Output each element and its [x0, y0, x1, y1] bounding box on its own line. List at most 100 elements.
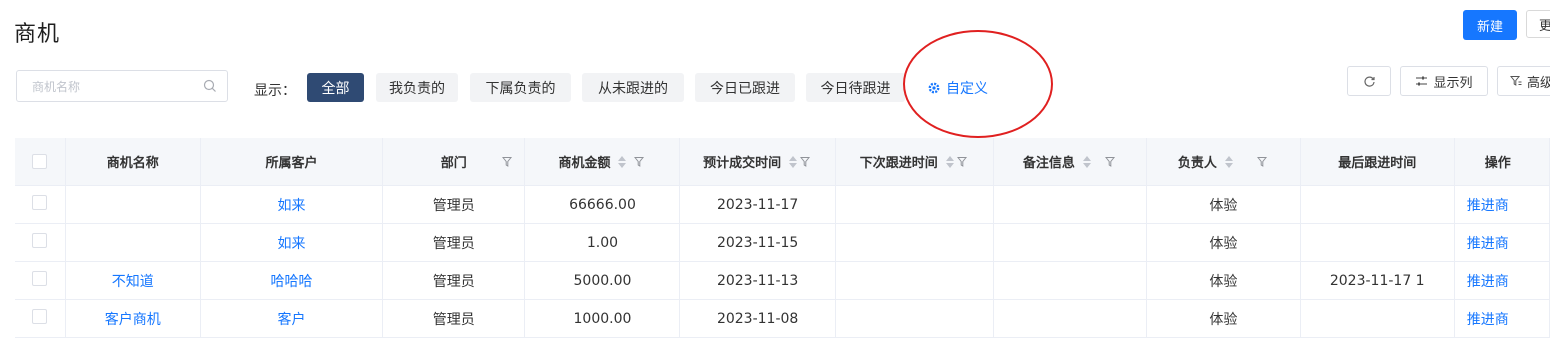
- filter-icon[interactable]: [1104, 156, 1117, 168]
- note-cell: [993, 299, 1148, 338]
- column-header: 操作: [1454, 138, 1550, 186]
- advance-action-link[interactable]: 推进商: [1454, 299, 1550, 338]
- more-button[interactable]: 更: [1526, 10, 1550, 38]
- table-row[interactable]: 客户商机 客户 管理员 1000.00 2023-11-08 体验 推进商: [15, 299, 1550, 338]
- sliders-icon: [1416, 76, 1428, 86]
- search-placeholder: 商机名称: [32, 80, 81, 94]
- filter-icon[interactable]: [634, 156, 646, 168]
- last-followup-cell: 2023-11-17 1: [1300, 261, 1455, 300]
- new-button[interactable]: 新建: [1463, 10, 1517, 40]
- opportunity-name-link[interactable]: 不知道: [65, 261, 201, 300]
- filter-chip-mine[interactable]: 我负责的: [376, 73, 458, 102]
- table-row[interactable]: 如来 管理员 66666.00 2023-11-17 体验 推进商: [15, 185, 1550, 224]
- advance-action-link[interactable]: 推进商: [1454, 185, 1550, 224]
- sort-icon[interactable]: [618, 155, 627, 168]
- dept-cell: 管理员: [382, 185, 526, 224]
- display-columns-button[interactable]: 显示列: [1400, 66, 1488, 96]
- filter-chip-all[interactable]: 全部: [307, 73, 364, 102]
- sort-icon[interactable]: [789, 155, 798, 168]
- expected-date-cell: 2023-11-17: [679, 185, 836, 224]
- amount-cell: 1.00: [524, 223, 681, 262]
- column-header-name: 商机名称: [106, 156, 159, 171]
- column-header: 预计成交时间: [679, 138, 836, 186]
- advance-action-link[interactable]: 推进商: [1454, 223, 1550, 262]
- owner-cell: 体验: [1146, 299, 1301, 338]
- column-header: 所属客户: [200, 138, 384, 186]
- table-header-row: 商机名称 所属客户 部门 商机金额 预计成交时间 下次跟进时间 备注信息 负责人…: [15, 138, 1550, 186]
- sort-icon[interactable]: [1224, 155, 1233, 168]
- filter-icon[interactable]: [502, 156, 514, 168]
- page-title: 商机: [14, 22, 61, 47]
- column-header: 部门: [382, 138, 526, 186]
- customer-link[interactable]: 哈哈哈: [200, 261, 384, 300]
- filter-label: 显示：: [254, 83, 296, 99]
- filter-chip-followed-today[interactable]: 今日已跟进: [695, 73, 795, 102]
- next-followup-cell: [835, 261, 994, 300]
- customer-link[interactable]: 如来: [200, 223, 384, 262]
- row-select-cell: [15, 223, 66, 262]
- expected-date-cell: 2023-11-13: [679, 261, 836, 300]
- row-select-cell: [15, 185, 66, 224]
- dept-cell: 管理员: [382, 299, 526, 338]
- dept-cell: 管理员: [382, 223, 526, 262]
- advanced-filter-button[interactable]: 高级: [1497, 66, 1550, 96]
- refresh-button[interactable]: [1347, 66, 1391, 96]
- display-columns-label: 显示列: [1433, 75, 1473, 91]
- column-header: 商机名称: [65, 138, 201, 186]
- owner-cell: 体验: [1146, 261, 1301, 300]
- sort-icon[interactable]: [1082, 155, 1091, 168]
- filter-icon[interactable]: [800, 156, 812, 168]
- next-followup-cell: [835, 185, 994, 224]
- filter-chip-pending-today[interactable]: 今日待跟进: [806, 73, 905, 102]
- column-header-action: 操作: [1484, 156, 1511, 171]
- column-header: 商机金额: [524, 138, 681, 186]
- next-followup-cell: [835, 223, 994, 262]
- annotation-circle: [903, 30, 1053, 138]
- column-header-dept: 部门: [440, 156, 467, 171]
- sort-icon[interactable]: [945, 155, 954, 168]
- table-row[interactable]: 如来 管理员 1.00 2023-11-15 体验 推进商: [15, 223, 1550, 262]
- refresh-icon: [1363, 76, 1375, 87]
- owner-cell: 体验: [1146, 223, 1301, 262]
- dept-cell: 管理员: [382, 261, 526, 300]
- column-header: 备注信息: [993, 138, 1148, 186]
- amount-cell: 5000.00: [524, 261, 681, 300]
- row-checkbox[interactable]: [32, 271, 48, 286]
- column-header-last: 最后跟进时间: [1338, 156, 1417, 171]
- expected-date-cell: 2023-11-15: [679, 223, 836, 262]
- filter-icon[interactable]: [956, 156, 969, 168]
- search-input[interactable]: 商机名称: [16, 70, 228, 102]
- advance-action-link[interactable]: 推进商: [1454, 261, 1550, 300]
- column-header: 负责人: [1146, 138, 1301, 186]
- column-header: 最后跟进时间: [1300, 138, 1455, 186]
- amount-cell: 66666.00: [524, 185, 681, 224]
- customer-link[interactable]: 客户: [200, 299, 384, 338]
- note-cell: [993, 185, 1148, 224]
- select-all-checkbox[interactable]: [32, 154, 48, 169]
- filter-chip-subordinates[interactable]: 下属负责的: [470, 73, 571, 102]
- row-select-cell: [15, 261, 66, 300]
- customer-link[interactable]: 如来: [200, 185, 384, 224]
- table-row[interactable]: 不知道 哈哈哈 管理员 5000.00 2023-11-13 体验 2023-1…: [15, 261, 1550, 300]
- column-header-amount: 商机金额: [558, 156, 611, 171]
- last-followup-cell: [1300, 185, 1455, 224]
- last-followup-cell: [1300, 299, 1455, 338]
- row-checkbox[interactable]: [32, 233, 48, 248]
- advanced-filter-label: 高级: [1527, 75, 1550, 91]
- last-followup-cell: [1300, 223, 1455, 262]
- filter-icon: [1510, 76, 1522, 86]
- search-icon[interactable]: [203, 79, 217, 93]
- opportunity-name-link[interactable]: [65, 223, 201, 262]
- note-cell: [993, 261, 1148, 300]
- row-checkbox[interactable]: [32, 309, 48, 324]
- column-header-note: 备注信息: [1022, 156, 1075, 171]
- owner-cell: 体验: [1146, 185, 1301, 224]
- amount-cell: 1000.00: [524, 299, 681, 338]
- opportunity-name-link[interactable]: 客户商机: [65, 299, 201, 338]
- filter-icon[interactable]: [1256, 156, 1269, 168]
- column-header-expected: 预计成交时间: [703, 156, 782, 171]
- row-checkbox[interactable]: [32, 195, 48, 210]
- filter-chip-never-followed[interactable]: 从未跟进的: [582, 73, 684, 102]
- row-select-cell: [15, 299, 66, 338]
- opportunity-name-link[interactable]: [65, 185, 201, 224]
